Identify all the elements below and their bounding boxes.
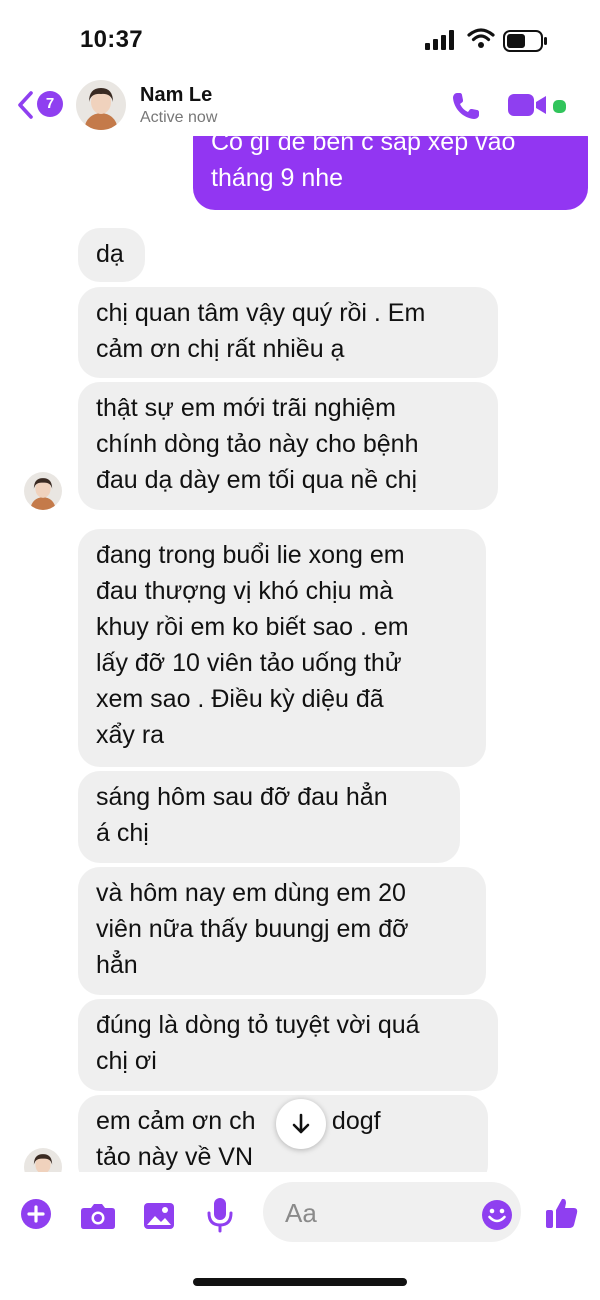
contact-avatar[interactable]: [76, 80, 126, 130]
message-line: xem sao . Điều kỳ diệu đã: [96, 685, 384, 713]
emoji-icon[interactable]: [481, 1199, 513, 1231]
composer-bar: [0, 1172, 600, 1300]
arrow-down-icon: [292, 1113, 310, 1134]
message-line: cảm ơn chị rất nhiều ạ: [96, 335, 345, 363]
chevron-left-icon: [18, 91, 33, 119]
incoming-message[interactable]: đang trong buổi lie xong em đau thượng v…: [78, 529, 486, 767]
conversation-header: 7 Nam Le Active now: [0, 74, 600, 136]
message-line: và hôm nay em dùng em 20: [96, 879, 406, 907]
scroll-to-bottom-button[interactable]: [276, 1099, 326, 1149]
message-line: thật sự em mới trãi nghiệm: [96, 394, 396, 422]
message-line: hẳn: [96, 951, 138, 979]
message-line: Có gì để bên c sắp xếp vào: [211, 136, 516, 156]
incoming-message[interactable]: và hôm nay em dùng em 20 viên nữa thấy b…: [78, 867, 486, 995]
message-line: viên nữa thấy buungj em đỡ: [96, 915, 409, 943]
presence-status: Active now: [140, 109, 218, 126]
message-line: đúng là dòng tỏ tuyệt vời quá: [96, 1011, 420, 1039]
message-line: dạ: [96, 240, 124, 268]
sender-avatar[interactable]: [24, 1148, 62, 1172]
outgoing-message[interactable]: Có gì để bên c sắp xếp vào tháng 9 nhe: [193, 136, 588, 210]
microphone-icon[interactable]: [207, 1197, 233, 1233]
back-button[interactable]: 7: [16, 88, 68, 122]
avatar-image: [24, 1148, 62, 1172]
clock: 10:37: [80, 26, 143, 53]
message-line: xẩy ra: [96, 721, 165, 749]
avatar-image: [76, 80, 126, 130]
message-line: tháng 9 nhe: [211, 164, 344, 192]
message-line: đau dạ dày em tối qua nề chị: [96, 466, 418, 494]
message-line: lấy đỡ 10 viên tảo uống thử: [96, 649, 402, 677]
thumbs-up-icon[interactable]: [545, 1196, 579, 1230]
video-call-icon[interactable]: [508, 92, 548, 118]
incoming-message[interactable]: đúng là dòng tỏ tuyệt vời quá chị ơi: [78, 999, 498, 1091]
battery-icon: [503, 30, 547, 52]
avatar-image: [24, 472, 62, 510]
message-list[interactable]: Có gì để bên c sắp xếp vào tháng 9 nhe d…: [0, 136, 600, 1172]
message-line: sáng hôm sau đỡ đau hẳn: [96, 783, 388, 811]
message-line: khuy rồi em ko biết sao . em: [96, 613, 409, 641]
message-line: tảo này về VN: [96, 1143, 254, 1171]
message-line: chính dòng tảo này cho bệnh: [96, 430, 419, 458]
sender-avatar[interactable]: [24, 472, 62, 510]
home-indicator: [193, 1278, 407, 1286]
cellular-signal-icon: [425, 30, 454, 50]
online-indicator: [551, 98, 568, 115]
status-bar: 10:37: [0, 0, 600, 80]
message-input[interactable]: [283, 1192, 477, 1234]
camera-icon[interactable]: [80, 1202, 116, 1230]
incoming-message[interactable]: chị quan tâm vậy quý rồi . Em cảm ơn chị…: [78, 287, 498, 378]
unread-count-badge: 7: [37, 91, 63, 117]
message-line: chị ơi: [96, 1047, 157, 1075]
message-input-container[interactable]: [263, 1182, 521, 1242]
message-line: đang trong buổi lie xong em: [96, 541, 405, 569]
incoming-message[interactable]: sáng hôm sau đỡ đau hẳn á chị: [78, 771, 460, 863]
incoming-message[interactable]: thật sự em mới trãi nghiệm chính dòng tả…: [78, 382, 498, 510]
add-icon[interactable]: [20, 1198, 52, 1230]
incoming-message[interactable]: dạ: [78, 228, 145, 282]
image-icon[interactable]: [143, 1202, 175, 1230]
message-line: á chị: [96, 819, 149, 847]
wifi-icon: [467, 28, 495, 48]
message-line: đau thượng vị khó chịu mà: [96, 577, 394, 605]
message-line: chị quan tâm vậy quý rồi . Em: [96, 299, 426, 327]
phone-call-icon[interactable]: [450, 90, 482, 122]
contact-name[interactable]: Nam Le: [140, 84, 212, 107]
